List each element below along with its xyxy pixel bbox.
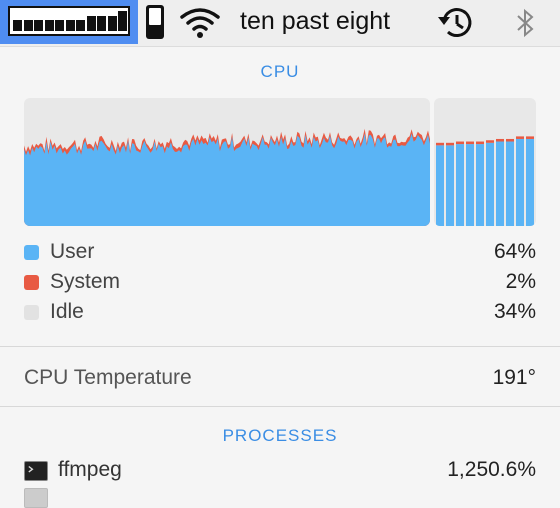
history-system-bar <box>526 136 534 139</box>
next-process-icon <box>24 488 48 508</box>
legend-system-label: System <box>50 270 121 293</box>
divider <box>0 406 560 407</box>
cpu-temperature-value: 191° <box>492 366 536 389</box>
process-name: ffmpeg <box>58 458 122 481</box>
legend-system: System 2% <box>24 270 536 296</box>
cpu-temperature-label: CPU Temperature <box>24 366 192 389</box>
history-user-bar <box>466 144 474 226</box>
cpu-meter-bar <box>55 20 64 31</box>
history-user-bar <box>496 141 504 226</box>
legend-user-value: 64% <box>493 240 536 263</box>
terminal-icon <box>24 461 48 481</box>
cpu-meter-icon <box>8 6 130 36</box>
legend-idle: Idle 34% <box>24 300 536 326</box>
idle-swatch <box>24 305 39 320</box>
cpu-meter-bar <box>13 20 22 31</box>
battery-icon[interactable] <box>146 5 164 39</box>
menu-bar: ten past eight <box>0 0 560 47</box>
history-user-bar <box>476 144 484 226</box>
history-user-bar <box>436 145 444 226</box>
process-cpu-value: 1,250.6% <box>447 458 536 481</box>
history-system-bar <box>486 140 494 143</box>
cpu-section-header: CPU <box>260 62 300 81</box>
wifi-icon[interactable] <box>178 5 222 41</box>
cpu-meter-bar <box>65 20 75 31</box>
cpu-meter-bar <box>44 20 54 31</box>
cpu-history-bars <box>434 98 536 226</box>
history-system-bar <box>496 138 504 142</box>
cpu-meter-bar <box>86 16 96 31</box>
legend-idle-value: 34% <box>493 300 536 323</box>
cpu-meter-bar <box>107 16 117 31</box>
history-user-bar <box>506 141 514 226</box>
cpu-meter-bar <box>34 20 43 31</box>
legend-system-value: 2% <box>505 270 536 293</box>
history-system-bar <box>466 141 474 145</box>
cpu-meter-bar <box>76 20 85 31</box>
history-user-bar <box>526 138 534 226</box>
cpu-meter-bar <box>97 16 106 31</box>
history-system-bar <box>516 136 524 139</box>
divider <box>0 346 560 347</box>
time-machine-icon[interactable] <box>436 5 476 41</box>
bluetooth-icon[interactable] <box>512 5 538 41</box>
history-user-bar <box>486 142 494 226</box>
legend-user-label: User <box>50 240 95 263</box>
cpu-meter-bar <box>23 20 33 31</box>
processes-section-header: PROCESSES <box>222 426 338 445</box>
system-swatch <box>24 275 39 290</box>
cpu-meter-bar <box>118 11 127 31</box>
history-system-bar <box>436 142 444 146</box>
cpu-meter-menu-item[interactable] <box>0 0 138 44</box>
legend-user: User 64% <box>24 240 536 266</box>
history-user-bar <box>516 138 524 226</box>
history-system-bar <box>506 138 514 142</box>
history-system-bar <box>476 141 484 145</box>
history-system-bar <box>446 142 454 146</box>
legend-idle-label: Idle <box>50 300 84 323</box>
history-user-bar <box>456 144 464 226</box>
cpu-usage-graph <box>24 98 430 226</box>
history-user-bar <box>446 145 454 226</box>
history-system-bar <box>456 141 464 145</box>
user-swatch <box>24 245 39 260</box>
menubar-clock[interactable]: ten past eight <box>240 7 390 36</box>
